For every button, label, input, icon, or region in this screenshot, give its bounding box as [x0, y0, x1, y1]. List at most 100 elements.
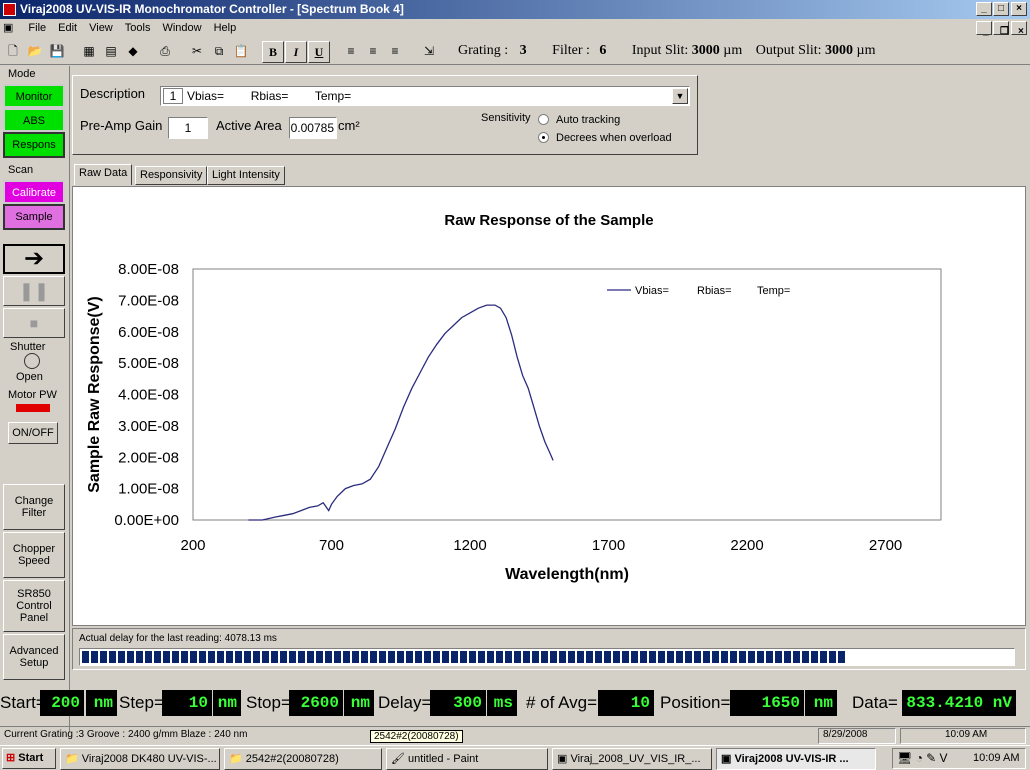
step-field[interactable]: 10 [162, 690, 212, 716]
underline-button[interactable]: U [308, 41, 330, 63]
x-axis-label: Wavelength(nm) [505, 566, 629, 583]
task-item-folder[interactable]: 📁 2542#2(20080728) [224, 748, 382, 770]
print-icon[interactable]: ⎙ [154, 41, 176, 63]
save-icon[interactable]: 💾 [46, 41, 68, 63]
task-item-active[interactable]: ▣ Viraj2008 UV-VIS-IR ... [716, 748, 876, 770]
monitor-button[interactable]: Monitor [3, 84, 65, 108]
child-close-button[interactable]: × [1011, 21, 1027, 37]
auto-tracking-label: Auto tracking [556, 114, 621, 126]
task-item-paint[interactable]: 🖌 untitled - Paint [386, 748, 548, 770]
child-minimize-button[interactable]: _ [976, 21, 992, 37]
tab-responsivity[interactable]: Responsivity [135, 166, 208, 185]
close-button[interactable]: × [1011, 2, 1027, 16]
copy-icon[interactable]: ⧉ [208, 41, 230, 63]
calc-icon[interactable]: ▦ [78, 41, 100, 63]
preamp-label: Pre-Amp Gain [80, 118, 163, 133]
sensitivity-label: Sensitivity [481, 112, 531, 124]
bold-button[interactable]: B [262, 41, 284, 63]
onoff-button[interactable]: ON/OFF [8, 422, 58, 444]
y-tick-label: 6.00E-08 [118, 324, 179, 341]
scan-label: Scan [8, 164, 34, 176]
preamp-input[interactable]: 1 [168, 117, 208, 139]
dropdown-chevron-icon[interactable]: ▼ [672, 88, 688, 104]
table-icon[interactable]: ▤ [100, 41, 122, 63]
sidebar: Mode Monitor ABS Respons Scan Calibrate … [0, 66, 70, 732]
delay-field[interactable]: 300 [430, 690, 486, 716]
area-unit: cm² [338, 118, 360, 133]
chopper-speed-button[interactable]: Chopper Speed [3, 532, 65, 578]
align-left-icon[interactable]: ≡ [340, 41, 362, 63]
align-center-icon[interactable]: ≡ [362, 41, 384, 63]
minimize-button[interactable]: _ [976, 2, 992, 16]
tray-icons[interactable]: 🖥 ◔ ✎ V [897, 751, 948, 765]
calibrate-button[interactable]: Calibrate [3, 180, 65, 204]
output-slit-unit: µm [856, 43, 876, 58]
new-icon[interactable]: 🗋 [2, 41, 24, 63]
y-tick-label: 3.00E-08 [118, 418, 179, 435]
stop-button[interactable]: ■ [3, 308, 65, 338]
tab-light-intensity[interactable]: Light Intensity [207, 166, 285, 185]
params-row: Start= 200 nm Step= 10 nm Stop= 2600 nm … [0, 690, 1030, 716]
align-right-icon[interactable]: ≡ [384, 41, 406, 63]
description-value: Vbias= Rbias= Temp= [187, 89, 352, 103]
menu-edit[interactable]: Edit [52, 19, 83, 38]
position-label: Position= [660, 693, 731, 712]
area-label: Active Area [216, 118, 282, 133]
menu-view[interactable]: View [83, 19, 119, 38]
maximize-button[interactable]: □ [993, 2, 1009, 16]
stop-label: Stop= [246, 693, 291, 712]
task-item-viraj-uv[interactable]: ▣ Viraj_2008_UV_VIS_IR_... [552, 748, 712, 770]
avg-label: # of Avg= [526, 693, 598, 712]
menu-help[interactable]: Help [208, 19, 243, 38]
description-input[interactable]: 1 Vbias= Rbias= Temp= ▼ [160, 86, 690, 106]
task-item-dk480[interactable]: 📁 Viraj2008 DK480 UV-VIS-... [60, 748, 220, 770]
cut-icon[interactable]: ✂ [186, 41, 208, 63]
avg-field[interactable]: 10 [598, 690, 654, 716]
paste-icon[interactable]: 📋 [230, 41, 252, 63]
delay-text: Actual delay for the last reading: 4078.… [79, 633, 277, 644]
title-bar: Viraj2008 UV-VIS-IR Monochromator Contro… [0, 0, 1030, 19]
tooltip: 2542#2(20080728) [370, 730, 463, 743]
decrease-radio[interactable] [538, 132, 549, 143]
child-restore-button[interactable]: ❐ [993, 21, 1009, 37]
menu-window[interactable]: Window [156, 19, 207, 38]
delay-unit: ms [487, 690, 517, 716]
menu-tools[interactable]: Tools [119, 19, 157, 38]
x-tick-label: 1700 [592, 537, 625, 554]
advanced-setup-button[interactable]: Advanced Setup [3, 634, 65, 680]
respons-button[interactable]: Respons [3, 132, 65, 158]
x-tick-label: 2200 [730, 537, 763, 554]
input-slit-label: Input Slit: [631, 43, 689, 58]
tab-raw-data[interactable]: Raw Data [74, 164, 133, 185]
mode-label: Mode [8, 68, 36, 80]
sr850-button[interactable]: SR850 Control Panel [3, 580, 65, 632]
start-field[interactable]: 200 [40, 690, 84, 716]
open-icon[interactable]: 📂 [24, 41, 46, 63]
position-field[interactable]: 1650 [730, 690, 804, 716]
italic-button[interactable]: I [285, 41, 307, 63]
status-time: 10:09 AM [900, 728, 1026, 744]
y-tick-label: 5.00E-08 [118, 355, 179, 372]
input-slit-value: 3000 [691, 43, 720, 58]
stop-field[interactable]: 2600 [289, 690, 343, 716]
shutter-state[interactable]: Open [16, 371, 43, 383]
change-filter-button[interactable]: Change Filter [3, 484, 65, 530]
area-input[interactable]: 0.00785 [289, 117, 337, 139]
sample-button[interactable]: Sample [3, 204, 65, 230]
auto-tracking-radio[interactable] [538, 114, 549, 125]
description-index: 1 [163, 88, 183, 104]
menu-file[interactable]: File [22, 19, 52, 38]
y-tick-label: 2.00E-08 [118, 449, 179, 466]
abs-button[interactable]: ABS [3, 108, 65, 132]
shutter-label: Shutter [10, 341, 46, 353]
start-button[interactable]: ⊞ Start [2, 748, 56, 769]
doc-icon[interactable]: ▣ [0, 19, 16, 38]
export-icon[interactable]: ⇲ [418, 41, 440, 63]
menu-bar: ▣ File Edit View Tools Window Help _ ❐ × [0, 19, 1030, 38]
x-tick-label: 1200 [453, 537, 486, 554]
run-arrow-button[interactable]: ➔ [3, 244, 65, 274]
taskbar: ⊞ Start 📁 Viraj2008 DK480 UV-VIS-... 📁 2… [0, 745, 1030, 770]
chart-icon[interactable]: ◆ [122, 41, 144, 63]
pause-button[interactable]: ❚❚ [3, 276, 65, 306]
task-item-label: Viraj2008 DK480 UV-VIS-... [81, 753, 217, 765]
